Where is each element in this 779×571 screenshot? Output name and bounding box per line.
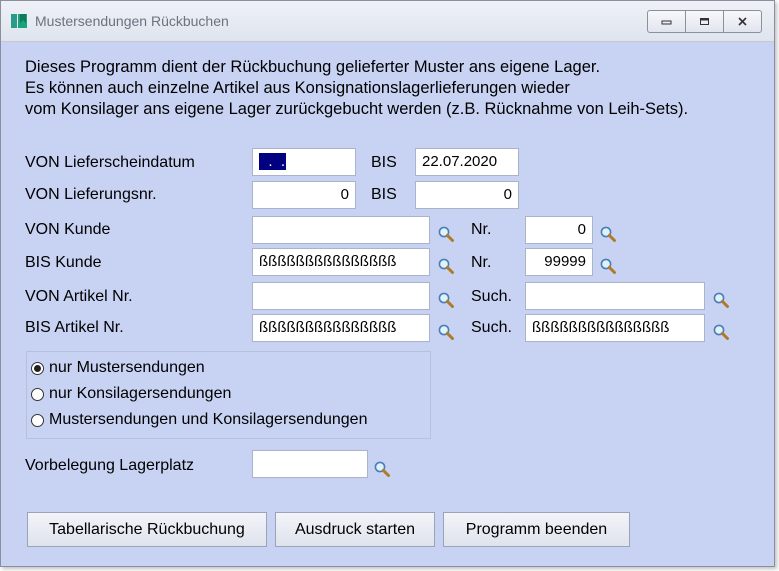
radio-nur-mustersendungen[interactable]: nur Mustersendungen: [31, 359, 205, 377]
info-text: Dieses Programm dient der Rückbuchung ge…: [25, 57, 688, 120]
magnifier-icon[interactable]: [599, 225, 617, 243]
magnifier-icon[interactable]: [712, 323, 730, 341]
von-lieferungsnr-label: VON Lieferungsnr.: [25, 186, 157, 203]
close-button[interactable]: [724, 11, 761, 32]
info-line: vom Konsilager ans eigene Lager zurückge…: [25, 100, 689, 118]
ausdruck-starten-button[interactable]: Ausdruck starten: [275, 512, 435, 547]
bis-kunde-input[interactable]: ßßßßßßßßßßßßßßß: [252, 248, 430, 276]
von-artikel-input[interactable]: [252, 282, 430, 310]
bis-artikel-label: BIS Artikel Nr.: [25, 319, 124, 336]
radio-button[interactable]: [31, 413, 44, 427]
magnifier-icon[interactable]: [599, 257, 617, 275]
lagerplatz-input[interactable]: [252, 450, 368, 478]
main-window: Mustersendungen Rückbuchen Dieses Progra…: [0, 0, 775, 567]
magnifier-icon[interactable]: [437, 291, 455, 309]
minimize-button[interactable]: [648, 11, 686, 32]
radio-label: nur Konsilagersendungen: [49, 385, 232, 402]
maximize-icon: [700, 18, 709, 25]
programm-beenden-button[interactable]: Programm beenden: [443, 512, 630, 547]
von-artikel-such-input[interactable]: [525, 282, 705, 310]
window-controls: [647, 10, 762, 33]
bis-datum-label: BIS: [371, 154, 397, 171]
info-line: Es können auch einzelne Artikel aus Kons…: [25, 79, 570, 97]
bis-kunde-nr-label: Nr.: [471, 254, 492, 271]
von-lieferungsnr-input[interactable]: 0: [252, 181, 356, 209]
dialog-client-area: Dieses Programm dient der Rückbuchung ge…: [1, 42, 774, 566]
bis-artikel-input[interactable]: ßßßßßßßßßßßßßßß: [252, 314, 430, 342]
von-kunde-nr-input[interactable]: 0: [525, 216, 593, 244]
bis-lieferungsnr-label: BIS: [371, 186, 397, 203]
bis-kunde-nr-input[interactable]: 99999: [525, 248, 593, 276]
von-kunde-label: VON Kunde: [25, 221, 111, 238]
close-icon: [738, 17, 747, 26]
magnifier-icon[interactable]: [373, 460, 391, 478]
von-kunde-nr-label: Nr.: [471, 221, 492, 238]
bis-lieferungsnr-input[interactable]: 0: [415, 181, 519, 209]
von-datum-input[interactable]: . .: [252, 148, 356, 176]
radio-button-checked[interactable]: [31, 361, 44, 375]
maximize-button[interactable]: [686, 11, 724, 32]
magnifier-icon[interactable]: [437, 225, 455, 243]
window-title: Mustersendungen Rückbuchen: [35, 13, 229, 29]
radio-nur-konsilagersendungen[interactable]: nur Konsilagersendungen: [31, 385, 231, 403]
radio-label: Mustersendungen und Konsilagersendungen: [49, 411, 368, 428]
minimize-icon: [661, 20, 672, 25]
magnifier-icon[interactable]: [437, 257, 455, 275]
magnifier-icon[interactable]: [437, 323, 455, 341]
info-line: Dieses Programm dient der Rückbuchung ge…: [25, 58, 601, 76]
von-artikel-label: VON Artikel Nr.: [25, 288, 133, 305]
bis-artikel-such-input[interactable]: ßßßßßßßßßßßßßßß: [525, 314, 705, 342]
bis-artikel-such-label: Such.: [471, 319, 512, 336]
von-lieferscheindatum-label: VON Lieferscheindatum: [25, 154, 195, 171]
title-bar[interactable]: Mustersendungen Rückbuchen: [1, 1, 774, 42]
magnifier-icon[interactable]: [712, 291, 730, 309]
bis-datum-input[interactable]: 22.07.2020: [415, 148, 519, 176]
radio-button[interactable]: [31, 387, 44, 401]
radio-muster-und-konsilager[interactable]: Mustersendungen und Konsilagersendungen: [31, 411, 367, 429]
vorbelegung-lagerplatz-label: Vorbelegung Lagerplatz: [25, 457, 195, 474]
von-artikel-such-label: Such.: [471, 288, 512, 305]
von-datum-value: . .: [259, 153, 287, 170]
tabellarische-rueckbuchung-button[interactable]: Tabellarische Rückbuchung: [27, 512, 267, 547]
bis-kunde-label: BIS Kunde: [25, 254, 102, 271]
von-kunde-input[interactable]: [252, 216, 430, 244]
app-icon: [11, 14, 27, 28]
radio-label: nur Mustersendungen: [49, 359, 205, 376]
